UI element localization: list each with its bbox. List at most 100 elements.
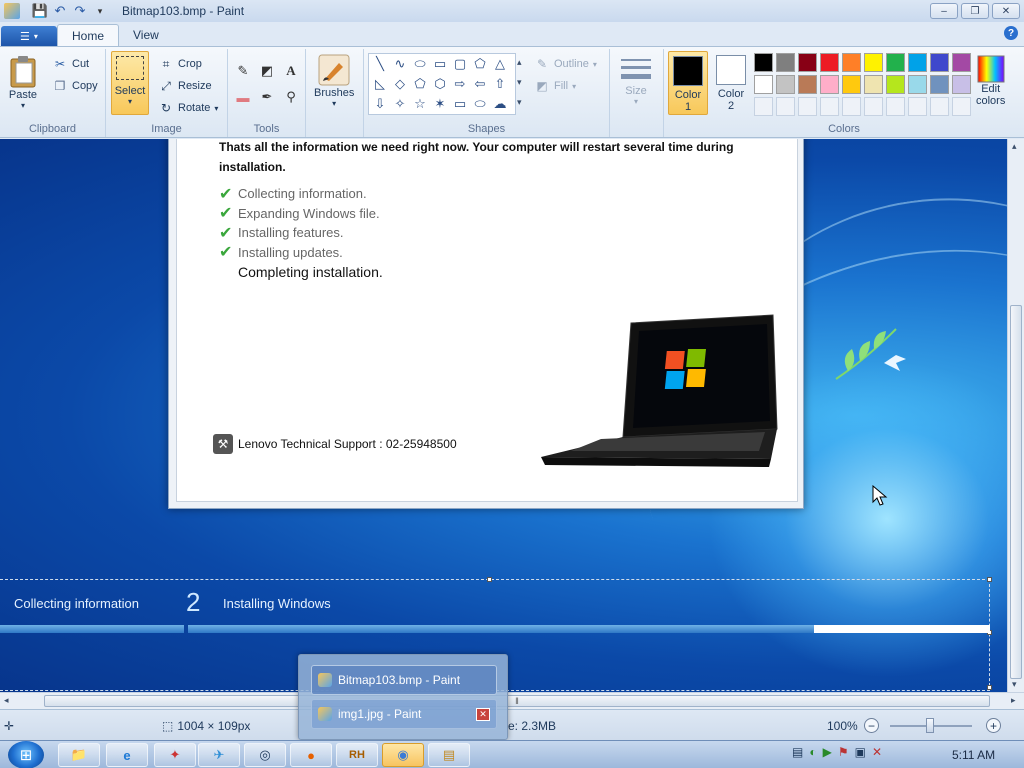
right-arrow-shape-icon[interactable]: ⇨	[451, 75, 469, 93]
shapes-scroll-up-icon[interactable]: ▴	[517, 57, 522, 68]
scroll-right-icon[interactable]: ▸	[1011, 695, 1016, 706]
outline-button[interactable]: ✎ Outline ▾	[534, 55, 597, 73]
color1-button[interactable]: Color 1	[668, 51, 708, 115]
six-point-star-shape-icon[interactable]: ✶	[431, 95, 449, 113]
tray-app-icon[interactable]: ▤	[792, 745, 803, 759]
palette-custom-slot[interactable]	[908, 97, 927, 116]
taskbar-app-9[interactable]: ▤	[428, 743, 470, 767]
palette-color[interactable]	[908, 53, 927, 72]
palette-color[interactable]	[820, 53, 839, 72]
eraser-icon[interactable]: ▬	[232, 87, 254, 107]
palette-color[interactable]	[930, 75, 949, 94]
horizontal-scrollbar[interactable]: ◂ ‖ ▸	[0, 692, 1024, 709]
palette-color[interactable]	[754, 53, 773, 72]
popup-window-bitmap103[interactable]: Bitmap103.bmp - Paint	[311, 665, 497, 695]
oval-callout-shape-icon[interactable]: ⬭	[471, 95, 489, 113]
save-icon[interactable]: 💾	[30, 2, 50, 20]
palette-color[interactable]	[864, 75, 883, 94]
tab-view[interactable]: View	[119, 24, 173, 46]
selection-handle[interactable]	[987, 577, 992, 582]
taskbar-internet-explorer[interactable]: e	[106, 743, 148, 767]
undo-icon[interactable]: ↶	[50, 2, 70, 20]
pentagon-shape-icon[interactable]: ⬠	[411, 75, 429, 93]
fill-bucket-icon[interactable]: ◩	[256, 61, 278, 81]
palette-color[interactable]	[820, 75, 839, 94]
popup-window-img1[interactable]: img1.jpg - Paint ✕	[311, 699, 497, 729]
scroll-up-icon[interactable]: ▴	[1012, 141, 1017, 152]
vertical-scroll-thumb[interactable]	[1010, 305, 1022, 679]
tray-flag-icon[interactable]: ⚑	[838, 745, 849, 759]
right-triangle-shape-icon[interactable]: ◺	[371, 75, 389, 93]
five-point-star-shape-icon[interactable]: ☆	[411, 95, 429, 113]
customize-quick-access-icon[interactable]: ▾	[90, 2, 110, 20]
horizontal-scroll-thumb[interactable]: ‖	[44, 695, 990, 707]
copy-button[interactable]: ❐ Copy	[52, 77, 98, 95]
palette-custom-slot[interactable]	[754, 97, 773, 116]
palette-custom-slot[interactable]	[820, 97, 839, 116]
palette-custom-slot[interactable]	[798, 97, 817, 116]
paint-menu-button[interactable]: ☰ ▾	[1, 26, 57, 46]
taskbar-app-5[interactable]: ◎	[244, 743, 286, 767]
rounded-callout-shape-icon[interactable]: ▭	[451, 95, 469, 113]
resize-button[interactable]: ⤢ Resize	[158, 77, 211, 95]
palette-custom-slot[interactable]	[930, 97, 949, 116]
rotate-button[interactable]: ↻ Rotate ▾	[158, 99, 218, 117]
selection-handle[interactable]	[487, 577, 492, 582]
select-button[interactable]: Select ▾	[111, 51, 149, 115]
redo-icon[interactable]: ↷	[70, 2, 90, 20]
palette-color[interactable]	[886, 75, 905, 94]
taskbar-explorer[interactable]: 📁	[58, 743, 100, 767]
scroll-down-icon[interactable]: ▾	[1012, 679, 1017, 690]
palette-custom-slot[interactable]	[776, 97, 795, 116]
taskbar-app-3[interactable]: ✦	[154, 743, 196, 767]
hexagon-shape-icon[interactable]: ⬡	[431, 75, 449, 93]
palette-color[interactable]	[930, 53, 949, 72]
pencil-icon[interactable]: ✎	[232, 61, 254, 81]
palette-color[interactable]	[842, 53, 861, 72]
taskbar-app-4[interactable]: ✈	[198, 743, 240, 767]
four-point-star-shape-icon[interactable]: ✧	[391, 95, 409, 113]
palette-custom-slot[interactable]	[952, 97, 971, 116]
zoom-out-button[interactable]: −	[864, 718, 879, 733]
close-icon[interactable]: ✕	[476, 708, 490, 721]
diamond-shape-icon[interactable]: ◇	[391, 75, 409, 93]
fill-button[interactable]: ◩ Fill ▾	[534, 77, 576, 95]
tray-volume-muted-icon[interactable]: ✕	[872, 745, 882, 759]
tray-security-icon[interactable]: ◐	[809, 745, 816, 759]
oval-shape-icon[interactable]: ⬭	[411, 55, 429, 73]
shapes-scroll-down-icon[interactable]: ▾	[517, 77, 522, 88]
taskbar-clock[interactable]: 5:11 AM	[952, 748, 995, 762]
rounded-rectangle-shape-icon[interactable]: ▢	[451, 55, 469, 73]
zoom-slider-thumb[interactable]	[926, 718, 934, 733]
cloud-callout-shape-icon[interactable]: ☁	[491, 95, 509, 113]
zoom-in-button[interactable]: +	[986, 718, 1001, 733]
palette-color[interactable]	[798, 53, 817, 72]
close-button[interactable]: ✕	[992, 3, 1020, 19]
rectangle-shape-icon[interactable]: ▭	[431, 55, 449, 73]
up-arrow-shape-icon[interactable]: ⇧	[491, 75, 509, 93]
vertical-scrollbar[interactable]: ▴ ▾	[1007, 139, 1024, 692]
help-icon[interactable]: ?	[1004, 26, 1018, 40]
taskbar-firefox[interactable]: ●	[290, 743, 332, 767]
taskbar-app-7[interactable]: RH	[336, 743, 378, 767]
edit-colors-button[interactable]: Edit colors	[976, 55, 1005, 107]
palette-color[interactable]	[776, 75, 795, 94]
palette-custom-slot[interactable]	[886, 97, 905, 116]
tray-network-icon[interactable]: ▣	[855, 745, 866, 759]
taskbar-paint[interactable]: ◉	[382, 743, 424, 767]
paint-app-icon[interactable]	[4, 3, 20, 19]
palette-custom-slot[interactable]	[842, 97, 861, 116]
triangle-shape-icon[interactable]: △	[491, 55, 509, 73]
drawing-canvas[interactable]: Thats all the information we need right …	[0, 139, 1007, 692]
line-shape-icon[interactable]: ╲	[371, 55, 389, 73]
palette-color[interactable]	[952, 75, 971, 94]
tab-home[interactable]: Home	[57, 24, 120, 46]
palette-color[interactable]	[908, 75, 927, 94]
color-picker-icon[interactable]: ✒	[256, 87, 278, 107]
restore-button[interactable]: ❐	[961, 3, 989, 19]
crop-button[interactable]: ⌗ Crop	[158, 55, 202, 73]
palette-color[interactable]	[886, 53, 905, 72]
size-button[interactable]: Size ▾	[619, 55, 653, 106]
left-arrow-shape-icon[interactable]: ⇦	[471, 75, 489, 93]
palette-color[interactable]	[864, 53, 883, 72]
